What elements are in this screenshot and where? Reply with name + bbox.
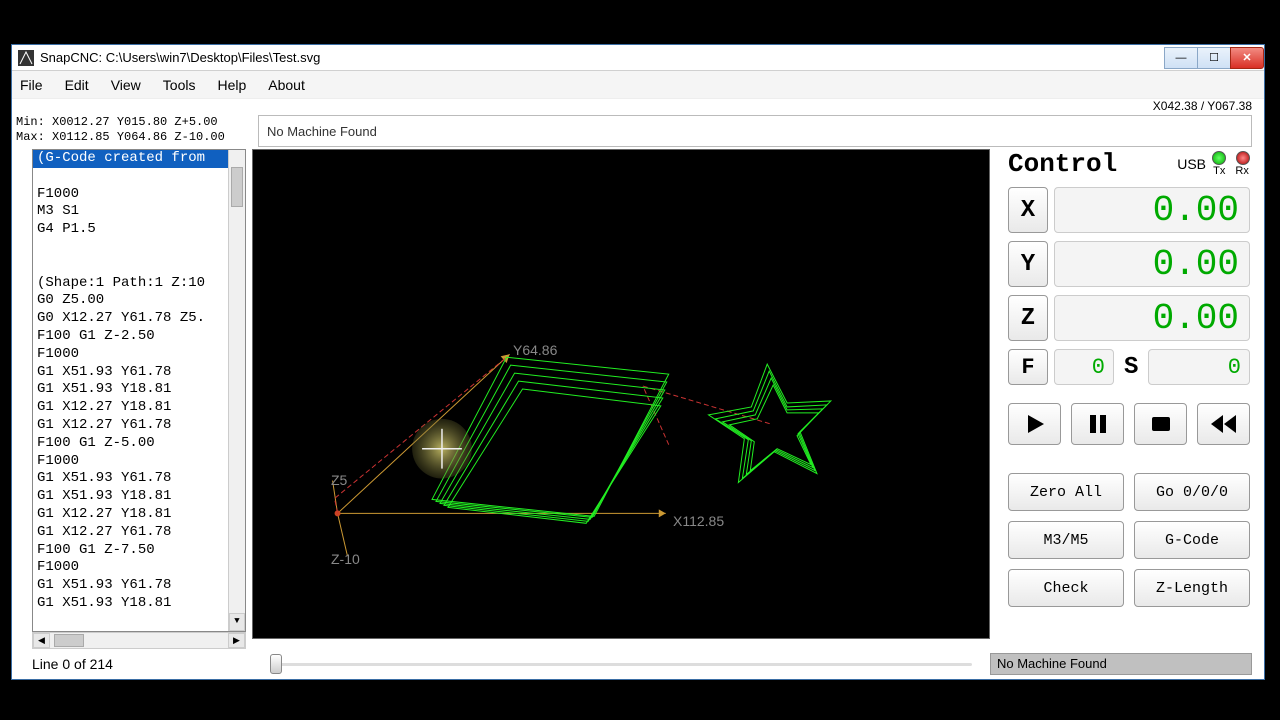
tx-led-icon: [1212, 151, 1226, 165]
pause-button[interactable]: [1071, 403, 1124, 445]
cursor-position: X042.38 / Y067.38: [12, 99, 1264, 115]
tx-label: Tx: [1213, 165, 1225, 177]
gcode-line[interactable]: G1 X51.93 Y61.78: [33, 470, 245, 488]
feedrate-button[interactable]: F: [1008, 349, 1048, 385]
window-title: SnapCNC: C:\Users\win7\Desktop\Files\Tes…: [40, 50, 1165, 65]
gcode-line[interactable]: G1 X51.93 Y18.81: [33, 381, 245, 399]
bottom-bar: Line 0 of 214 No Machine Found: [12, 649, 1264, 679]
titlebar: SnapCNC: C:\Users\win7\Desktop\Files\Tes…: [12, 45, 1264, 71]
gcode-line[interactable]: G1 X12.27 Y18.81: [33, 399, 245, 417]
slider-handle[interactable]: [270, 654, 282, 674]
gcode-button[interactable]: G-Code: [1134, 521, 1250, 559]
gcode-line[interactable]: G4 P1.5: [33, 221, 245, 239]
gcode-line[interactable]: [33, 168, 245, 186]
window-controls: — ☐ ✕: [1165, 47, 1264, 69]
gcode-line[interactable]: G0 Z5.00: [33, 292, 245, 310]
control-title: Control: [1008, 149, 1177, 179]
spindle-value: 0: [1148, 349, 1250, 385]
gcode-line[interactable]: G1 X51.93 Y61.78: [33, 577, 245, 595]
axis-z-button[interactable]: Z: [1008, 295, 1048, 341]
gcode-line[interactable]: F1000: [33, 346, 245, 364]
main-area: (G-Code created fromF1000M3 S1G4 P1.5(Sh…: [12, 149, 1264, 649]
scroll-right-icon[interactable]: ▶: [228, 633, 245, 648]
gcode-line[interactable]: F100 G1 Z-5.00: [33, 435, 245, 453]
app-window: SnapCNC: C:\Users\win7\Desktop\Files\Tes…: [11, 44, 1265, 680]
progress-slider[interactable]: [270, 654, 972, 674]
menu-tools[interactable]: Tools: [163, 77, 196, 93]
gcode-line[interactable]: (Shape:1 Path:1 Z:10: [33, 275, 245, 293]
axis-y-value: 0.00: [1054, 241, 1250, 287]
menubar: File Edit View Tools Help About: [12, 71, 1264, 99]
feedrate-value: 0: [1054, 349, 1114, 385]
toolpath-viewport[interactable]: Y64.86 Z5 Z-10 X112.85: [252, 149, 990, 639]
rewind-button[interactable]: [1197, 403, 1250, 445]
play-button[interactable]: [1008, 403, 1061, 445]
machine-status-top: No Machine Found: [258, 115, 1252, 147]
menu-about[interactable]: About: [268, 77, 305, 93]
info-row: Min: X0012.27 Y015.80 Z+5.00 Max: X0112.…: [12, 115, 1264, 149]
menu-file[interactable]: File: [20, 77, 43, 93]
scroll-left-icon[interactable]: ◀: [33, 633, 50, 648]
vertical-scrollbar[interactable]: ▲ ▼: [228, 150, 245, 631]
viewport-label-y: Y64.86: [513, 342, 557, 358]
zlength-button[interactable]: Z-Length: [1134, 569, 1250, 607]
m3-m5-button[interactable]: M3/M5: [1008, 521, 1124, 559]
rx-label: Rx: [1235, 165, 1248, 177]
axis-y-button[interactable]: Y: [1008, 241, 1048, 287]
stop-button[interactable]: [1134, 403, 1187, 445]
machine-status-bottom: No Machine Found: [990, 653, 1252, 675]
scroll-thumb[interactable]: [231, 167, 243, 207]
close-button[interactable]: ✕: [1230, 47, 1264, 69]
gcode-line[interactable]: F100 G1 Z-2.50: [33, 328, 245, 346]
menu-view[interactable]: View: [111, 77, 141, 93]
axis-z-value: 0.00: [1054, 295, 1250, 341]
gcode-line[interactable]: G1 X51.93 Y61.78: [33, 364, 245, 382]
spindle-label: S: [1124, 354, 1138, 381]
menu-help[interactable]: Help: [217, 77, 246, 93]
gcode-panel: (G-Code created fromF1000M3 S1G4 P1.5(Sh…: [32, 149, 246, 649]
viewport-label-z: Z5: [331, 472, 347, 488]
bounds-readout: Min: X0012.27 Y015.80 Z+5.00 Max: X0112.…: [12, 115, 252, 149]
gcode-line[interactable]: G1 X51.93 Y18.81: [33, 595, 245, 613]
gcode-line[interactable]: G1 X51.93 Y18.81: [33, 488, 245, 506]
gcode-listbox[interactable]: (G-Code created fromF1000M3 S1G4 P1.5(Sh…: [32, 149, 246, 632]
menu-edit[interactable]: Edit: [65, 77, 89, 93]
viewport-label-x: X112.85: [673, 513, 724, 529]
zero-all-button[interactable]: Zero All: [1008, 473, 1124, 511]
axis-x-button[interactable]: X: [1008, 187, 1048, 233]
gcode-line[interactable]: [33, 239, 245, 257]
minimize-button[interactable]: —: [1164, 47, 1198, 69]
gcode-line[interactable]: [33, 257, 245, 275]
hscroll-thumb[interactable]: [54, 634, 84, 647]
check-button[interactable]: Check: [1008, 569, 1124, 607]
rx-led-icon: [1236, 151, 1250, 165]
line-counter: Line 0 of 214: [32, 656, 252, 672]
gcode-line[interactable]: G1 X12.27 Y18.81: [33, 506, 245, 524]
gcode-line[interactable]: (G-Code created from: [33, 150, 245, 168]
gcode-line[interactable]: F1000: [33, 186, 245, 204]
go-origin-button[interactable]: Go 0/0/0: [1134, 473, 1250, 511]
gcode-line[interactable]: F1000: [33, 559, 245, 577]
horizontal-scrollbar[interactable]: ◀ ▶: [32, 632, 246, 649]
axis-x-value: 0.00: [1054, 187, 1250, 233]
gcode-line[interactable]: F100 G1 Z-7.50: [33, 542, 245, 560]
gcode-line[interactable]: G0 X12.27 Y61.78 Z5.: [33, 310, 245, 328]
gcode-line[interactable]: F1000: [33, 453, 245, 471]
usb-label: USB: [1177, 156, 1206, 172]
viewport-label-zneg: Z-10: [331, 551, 360, 567]
gcode-line[interactable]: G1 X12.27 Y61.78: [33, 524, 245, 542]
gcode-line[interactable]: M3 S1: [33, 203, 245, 221]
gcode-line[interactable]: G1 X12.27 Y61.78: [33, 417, 245, 435]
maximize-button[interactable]: ☐: [1197, 47, 1231, 69]
control-panel: Control USB Tx Rx X0.00 Y0.00 Z0.00 F: [1004, 149, 1264, 649]
app-icon: [18, 50, 34, 66]
scroll-down-icon[interactable]: ▼: [229, 613, 245, 631]
